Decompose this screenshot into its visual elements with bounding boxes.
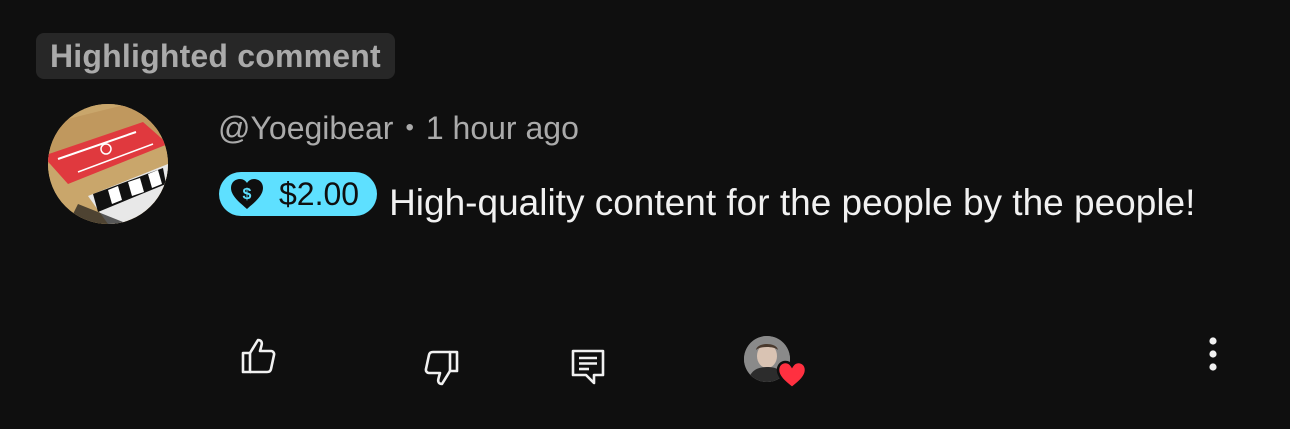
super-thanks-heart-icon: $ [231, 179, 263, 209]
svg-text:$: $ [243, 186, 252, 203]
meta-separator: • [405, 114, 414, 141]
author-handle[interactable]: @Yoegibear [218, 110, 393, 147]
thumbs-up-icon [241, 338, 276, 374]
comment-body: $ $2.00 High-quality content for the peo… [219, 172, 1259, 234]
super-thanks-chip: $ $2.00 [219, 172, 378, 216]
like-button[interactable] [236, 334, 280, 378]
super-thanks-amount: $2.00 [279, 176, 360, 212]
comment-text: High-quality content for the people by t… [389, 182, 1196, 223]
dislike-button[interactable] [420, 346, 464, 390]
highlighted-comment-badge: Highlighted comment [36, 33, 395, 79]
reply-button[interactable] [566, 344, 610, 388]
avatar-image [48, 104, 168, 224]
comment-meta: @Yoegibear • 1 hour ago [218, 108, 579, 148]
heart-icon [776, 360, 808, 390]
more-vert-icon [1209, 337, 1217, 371]
comment-timestamp[interactable]: 1 hour ago [426, 110, 579, 147]
thumbs-down-icon [424, 350, 459, 386]
creator-heart [742, 334, 808, 394]
reply-icon [571, 349, 605, 385]
author-avatar[interactable] [48, 104, 168, 224]
more-options-button[interactable] [1198, 334, 1228, 374]
